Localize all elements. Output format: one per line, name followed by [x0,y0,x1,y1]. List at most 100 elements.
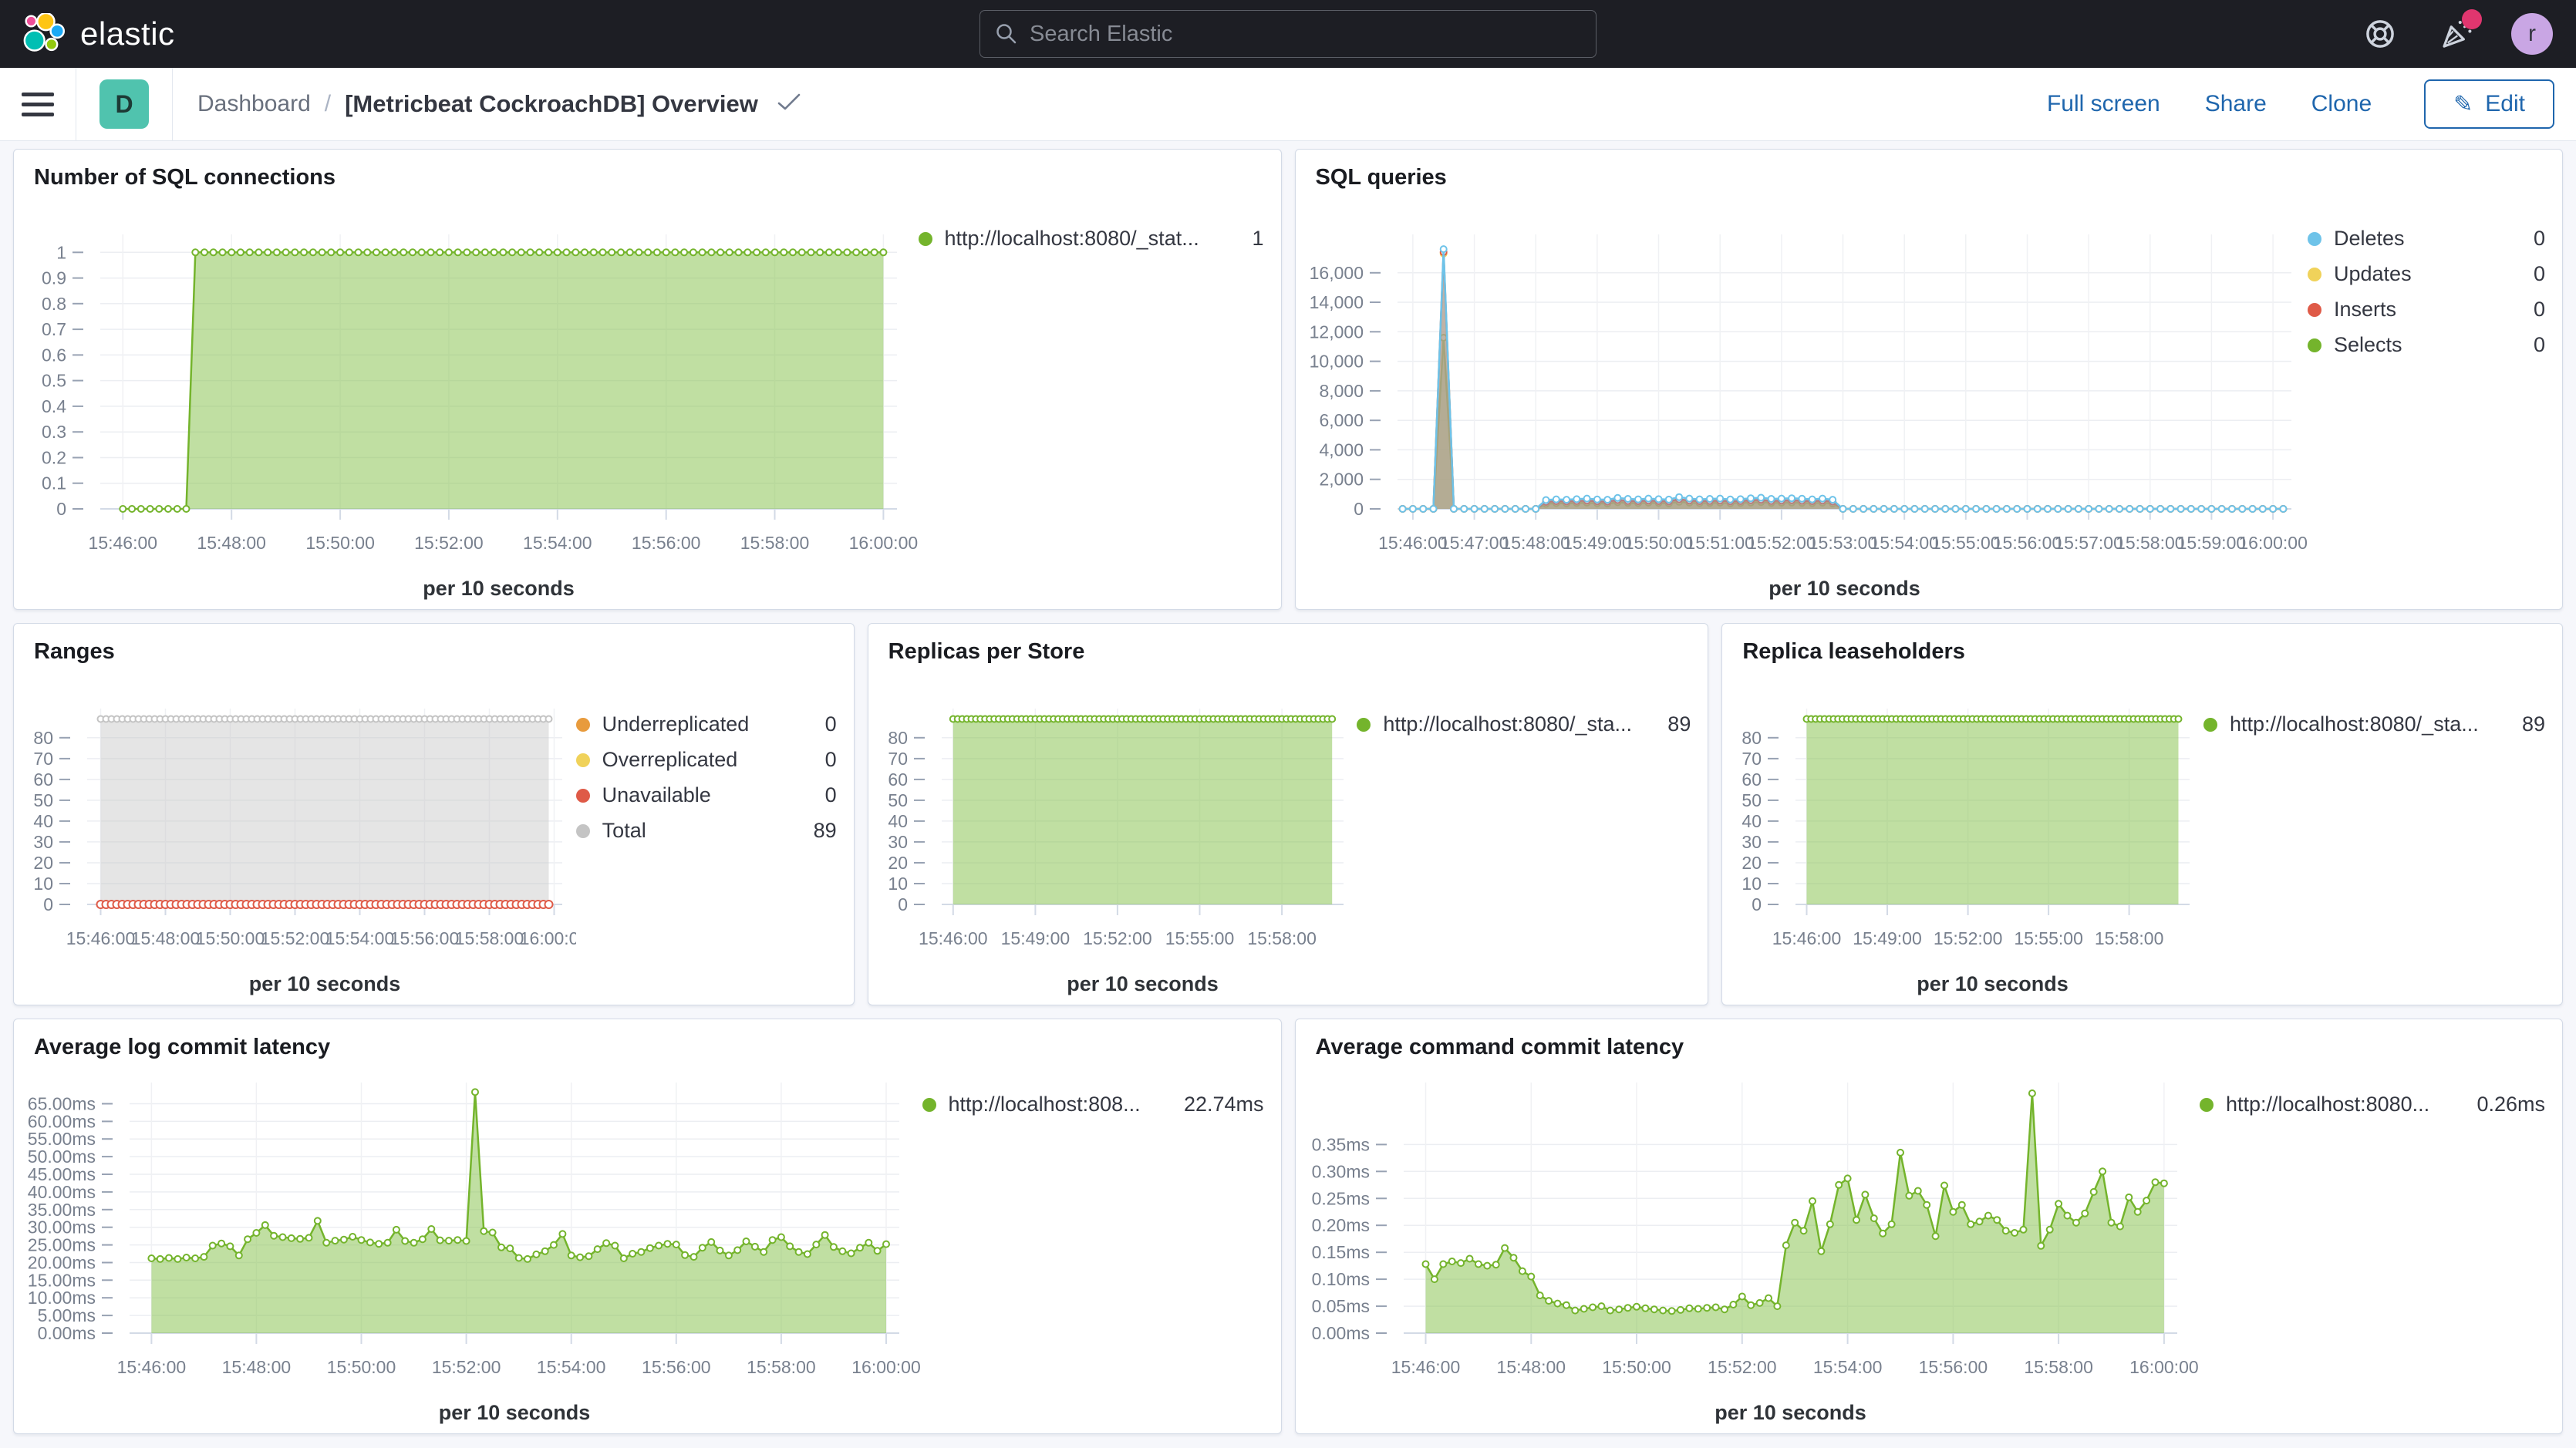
chart-svg: 0.00ms5.00ms10.00ms15.00ms20.00ms25.00ms… [14,1073,922,1433]
search-icon [994,22,1019,46]
panel-title: Replica leaseholders [1722,624,2562,678]
legend-dot [1357,718,1371,732]
space-badge[interactable]: D [99,79,149,129]
svg-text:15:50:00: 15:50:00 [305,533,375,553]
legend-label: http://localhost:8080/_stat... [945,227,1199,251]
breadcrumb-dashboard-link[interactable]: Dashboard [197,91,311,117]
svg-text:15.00ms: 15.00ms [28,1270,96,1290]
svg-text:15:46:00: 15:46:00 [1378,533,1448,553]
svg-text:16:00:00: 16:00:00 [851,1357,921,1377]
legend-item[interactable]: Inserts0 [2308,298,2545,322]
news-feed-icon[interactable] [2436,14,2476,54]
chart-number-of-sql-connections[interactable]: 00.10.20.30.40.50.60.70.80.9115:46:0015:… [14,204,919,609]
svg-text:65.00ms: 65.00ms [28,1094,96,1114]
edit-button[interactable]: ✎ Edit [2424,79,2554,129]
legend-dot [576,718,590,732]
svg-text:15:48:00: 15:48:00 [1501,533,1570,553]
svg-text:15:47:00: 15:47:00 [1439,533,1509,553]
chart-legend: http://localhost:8080/_sta...89 [1357,678,1708,1005]
chart-svg: 0102030405060708015:46:0015:48:0015:50:0… [14,678,576,1005]
legend-item[interactable]: Total89 [576,819,837,843]
svg-text:15:55:00: 15:55:00 [2015,928,2084,948]
legend-label: Selects [2334,333,2402,357]
svg-text:70: 70 [33,749,53,769]
elastic-logo-icon[interactable] [23,13,65,55]
svg-text:30.00ms: 30.00ms [28,1217,96,1238]
svg-text:0.15ms: 0.15ms [1311,1242,1369,1262]
help-icon[interactable] [2360,14,2400,54]
menu-icon[interactable] [22,93,54,116]
svg-text:35.00ms: 35.00ms [28,1200,96,1220]
svg-text:25.00ms: 25.00ms [28,1235,96,1255]
svg-text:15:55:00: 15:55:00 [1165,928,1234,948]
chart-average-log-commit-latency[interactable]: 0.00ms5.00ms10.00ms15.00ms20.00ms25.00ms… [14,1073,922,1433]
svg-text:15:54:00: 15:54:00 [325,928,395,948]
legend-label: Inserts [2334,298,2396,322]
global-search-bar[interactable] [979,10,1597,58]
svg-text:0.3: 0.3 [42,422,66,442]
svg-text:0: 0 [1354,499,1364,519]
svg-text:0.5: 0.5 [42,371,66,391]
share-button[interactable]: Share [2205,91,2267,117]
chart-svg: 00.10.20.30.40.50.60.70.80.9115:46:0015:… [14,204,919,609]
legend-item[interactable]: Underreplicated0 [576,712,837,736]
search-input[interactable] [1030,22,1582,47]
svg-text:15:50:00: 15:50:00 [327,1357,396,1377]
breadcrumb-separator: / [325,91,331,117]
dashboard-grid: Number of SQL connections 00.10.20.30.40… [0,141,2576,1434]
svg-text:15:49:00: 15:49:00 [1853,928,1923,948]
svg-text:0.6: 0.6 [42,345,66,365]
legend-item[interactable]: http://localhost:8080...0.26ms [2200,1093,2545,1116]
legend-item[interactable]: http://localhost:8080/_sta...89 [2203,712,2545,736]
panel-title: SQL queries [1296,150,2563,204]
svg-text:15:52:00: 15:52:00 [1747,533,1816,553]
legend-item[interactable]: Overreplicated0 [576,748,837,772]
chart-ranges[interactable]: 0102030405060708015:46:0015:48:0015:50:0… [14,678,576,1005]
chart-sql-queries[interactable]: 02,0004,0006,0008,00010,00012,00014,0001… [1296,204,2308,609]
panel-replica-leaseholders: Replica leaseholders 0102030405060708015… [1721,623,2563,1005]
svg-text:0: 0 [898,894,908,914]
svg-text:30: 30 [1742,832,1762,852]
legend-item[interactable]: http://localhost:8080/_sta...89 [1357,712,1691,736]
svg-text:15:46:00: 15:46:00 [1391,1357,1460,1377]
legend-item[interactable]: Updates 0 [2308,262,2545,286]
legend-item[interactable]: Unavailable0 [576,783,837,807]
check-icon[interactable] [777,89,801,120]
svg-text:15:46:00: 15:46:00 [1772,928,1842,948]
svg-text:15:56:00: 15:56:00 [1918,1357,1988,1377]
svg-text:50: 50 [33,790,53,810]
svg-text:15:49:00: 15:49:00 [1000,928,1070,948]
panel-title: Replicas per Store [868,624,1708,678]
legend-item[interactable]: http://localhost:808...22.74ms [922,1093,1264,1116]
chart-svg: 0102030405060708015:46:0015:49:0015:52:0… [1722,678,2203,1005]
svg-text:0.35ms: 0.35ms [1311,1134,1369,1154]
svg-text:per 10 seconds: per 10 seconds [1917,972,2069,995]
chart-replica-leaseholders[interactable]: 0102030405060708015:46:0015:49:0015:52:0… [1722,678,2203,1005]
chart-average-command-commit-latency[interactable]: 0.00ms0.05ms0.10ms0.15ms0.20ms0.25ms0.30… [1296,1073,2200,1433]
breadcrumb: Dashboard / [Metricbeat CockroachDB] Ove… [197,89,801,120]
svg-text:15:58:00: 15:58:00 [747,1357,816,1377]
svg-text:15:52:00: 15:52:00 [261,928,330,948]
legend-value: 0 [810,783,837,807]
clone-button[interactable]: Clone [2311,91,2372,117]
legend-value: 0 [2518,262,2545,286]
svg-text:16:00:00: 16:00:00 [2129,1357,2199,1377]
user-avatar[interactable]: r [2511,13,2553,55]
svg-text:4,000: 4,000 [1319,439,1364,460]
full-screen-button[interactable]: Full screen [2047,91,2160,117]
legend-item[interactable]: http://localhost:8080/_stat...1 [919,227,1264,251]
svg-text:15:56:00: 15:56:00 [390,928,460,948]
chart-replicas-per-store[interactable]: 0102030405060708015:46:0015:49:0015:52:0… [868,678,1357,1005]
chart-legend: Underreplicated0 Overreplicated0 Unavailab… [576,678,854,1005]
chart-svg: 0102030405060708015:46:0015:49:0015:52:0… [868,678,1357,1005]
legend-label: Updates [2334,262,2412,286]
svg-text:5.00ms: 5.00ms [38,1305,96,1325]
svg-text:15:58:00: 15:58:00 [1247,928,1317,948]
legend-dot [2308,338,2321,352]
legend-value: 89 [2507,712,2545,736]
legend-dot [2203,718,2217,732]
svg-text:15:54:00: 15:54:00 [1870,533,1939,553]
legend-item[interactable]: Deletes0 [2308,227,2545,251]
legend-item[interactable]: Selects0 [2308,333,2545,357]
svg-text:70: 70 [888,749,908,769]
